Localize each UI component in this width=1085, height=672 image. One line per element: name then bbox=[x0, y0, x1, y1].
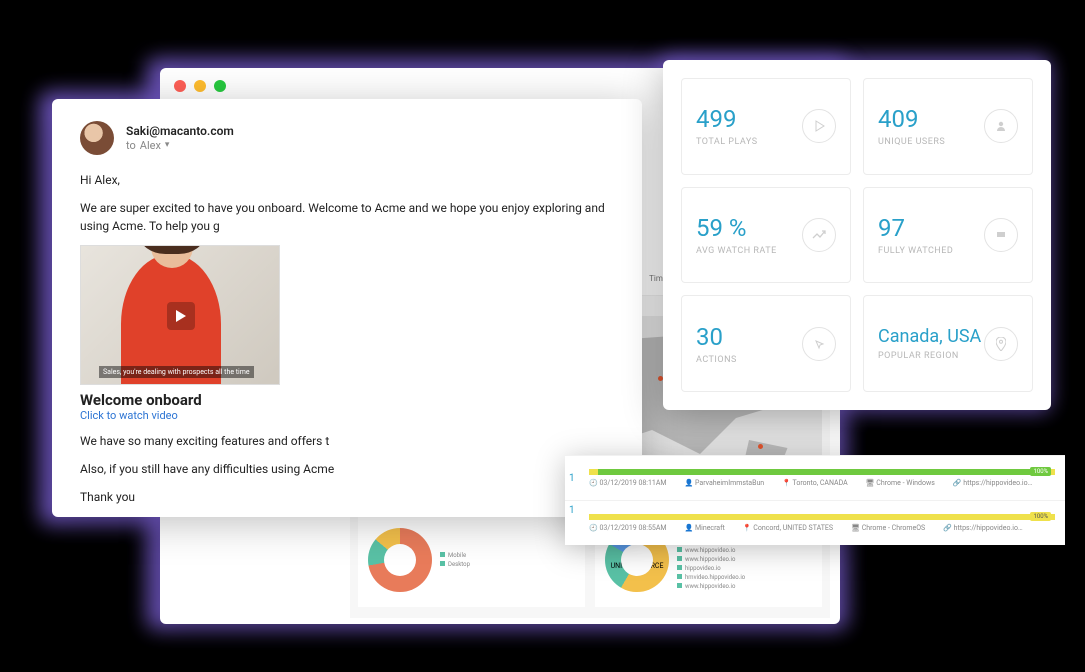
log-row[interactable]: 1 100% 🕘 03/12/2019 08:11AM 👤 ParvaheimI… bbox=[565, 455, 1065, 500]
video-subtitle-link[interactable]: Click to watch video bbox=[80, 409, 280, 422]
video-card[interactable]: Sales, you're dealing with prospects all… bbox=[80, 245, 280, 422]
region-value: Canada, USA bbox=[878, 326, 981, 347]
play-icon[interactable] bbox=[167, 302, 195, 330]
email-message-panel: Saki@macanto.com to Alex ▾ Hi Alex, We a… bbox=[52, 99, 642, 517]
watch-progress-bar: 100% bbox=[589, 514, 1055, 520]
trend-up-icon bbox=[802, 218, 836, 252]
email-signoff: Thank you bbox=[80, 488, 614, 506]
play-icon bbox=[802, 109, 836, 143]
source-donut-value: 22 bbox=[631, 549, 644, 562]
user-icon bbox=[984, 109, 1018, 143]
window-zoom-dot[interactable] bbox=[214, 80, 226, 92]
email-greeting: Hi Alex, bbox=[80, 171, 614, 189]
location-pin-icon bbox=[984, 327, 1018, 361]
flag-icon bbox=[984, 218, 1018, 252]
cursor-click-icon bbox=[802, 327, 836, 361]
actions-label: ACTIONS bbox=[696, 355, 737, 365]
total-plays-value: 499 bbox=[696, 105, 758, 133]
percent-badge: 100% bbox=[1030, 512, 1051, 521]
fully-watched-value: 97 bbox=[878, 214, 953, 242]
plays-donut-label: PLAYS bbox=[390, 562, 411, 570]
recipient-line[interactable]: to Alex ▾ bbox=[126, 139, 234, 153]
card-total-plays[interactable]: 499 TOTAL PLAYS bbox=[681, 78, 851, 175]
row-meta: 🕘 03/12/2019 08:55AM 👤 Minecraft 📍 Conco… bbox=[589, 524, 1055, 532]
row-meta: 🕘 03/12/2019 08:11AM 👤 ParvaheimImmstaBu… bbox=[589, 479, 1055, 487]
chevron-down-icon: ▾ bbox=[165, 140, 170, 151]
row-index: 1 bbox=[569, 505, 575, 516]
watch-progress-bar: 100% bbox=[589, 469, 1055, 475]
row-index: 1 bbox=[569, 473, 575, 484]
email-body: Hi Alex, We are super excited to have yo… bbox=[80, 171, 614, 506]
mac-window-dots bbox=[174, 80, 226, 92]
fully-watched-label: FULLY WATCHED bbox=[878, 246, 953, 256]
window-close-dot[interactable] bbox=[174, 80, 186, 92]
total-plays-label: TOTAL PLAYS bbox=[696, 137, 758, 147]
email-difficulties-line: Also, if you still have any difficulties… bbox=[80, 460, 614, 478]
card-watch-rate[interactable]: 59 % AVG WATCH RATE bbox=[681, 187, 851, 284]
card-fully-watched[interactable]: 97 FULLY WATCHED bbox=[863, 187, 1033, 284]
log-row[interactable]: 1 100% 🕘 03/12/2019 08:55AM 👤 Minecraft … bbox=[565, 500, 1065, 545]
watch-rate-label: AVG WATCH RATE bbox=[696, 246, 777, 256]
metrics-panel: 499 TOTAL PLAYS 409 UNIQUE USERS 59 % AV… bbox=[663, 60, 1051, 410]
card-unique-users[interactable]: 409 UNIQUE USERS bbox=[863, 78, 1033, 175]
plays-donut-legend: Mobile Desktop bbox=[440, 552, 470, 568]
card-actions[interactable]: 30 ACTIONS bbox=[681, 295, 851, 392]
window-minimize-dot[interactable] bbox=[194, 80, 206, 92]
view-log-panel: 1 100% 🕘 03/12/2019 08:11AM 👤 ParvaheimI… bbox=[565, 455, 1065, 545]
unique-users-value: 409 bbox=[878, 105, 945, 133]
sender-avatar bbox=[80, 121, 114, 155]
email-intro: We are super excited to have you onboard… bbox=[80, 199, 614, 235]
video-thumbnail[interactable]: Sales, you're dealing with prospects all… bbox=[80, 245, 280, 385]
unique-users-label: UNIQUE USERS bbox=[878, 137, 945, 147]
plays-donut-chart: 532 PLAYS bbox=[368, 528, 432, 592]
actions-value: 30 bbox=[696, 323, 737, 351]
plays-donut-card: 532 PLAYS Mobile Desktop bbox=[358, 512, 585, 607]
card-popular-region[interactable]: Canada, USA POPULAR REGION bbox=[863, 295, 1033, 392]
video-title: Welcome onboard bbox=[80, 391, 280, 409]
video-caption-text: Sales, you're dealing with prospects all… bbox=[99, 366, 254, 378]
watch-rate-value: 59 % bbox=[696, 214, 777, 242]
source-donut-label: UNIQUE SOURCE bbox=[611, 562, 664, 570]
percent-badge: 100% bbox=[1030, 467, 1051, 476]
email-features-line: We have so many exciting features and of… bbox=[80, 432, 614, 450]
plays-donut-value: 532 bbox=[391, 549, 410, 562]
region-label: POPULAR REGION bbox=[878, 351, 981, 361]
sender-address: Saki@macanto.com bbox=[126, 124, 234, 139]
